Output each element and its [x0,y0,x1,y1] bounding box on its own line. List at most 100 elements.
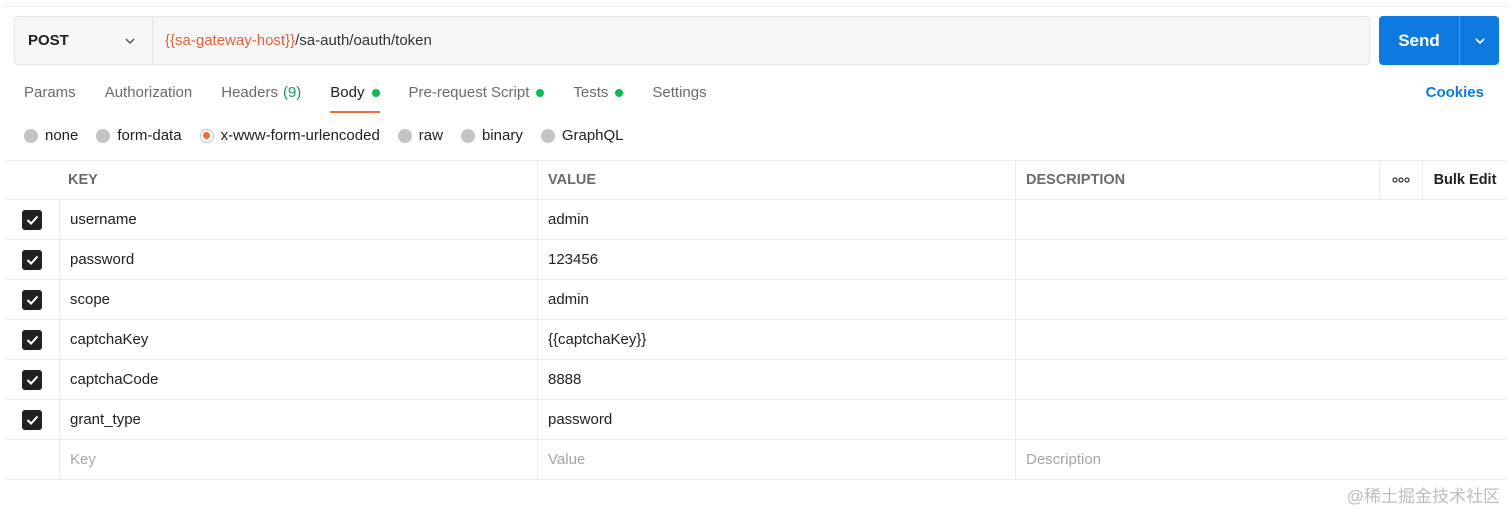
body-type-form-data[interactable]: form-data [96,127,182,144]
url-variable: {{sa-gateway-host}} [165,32,296,49]
row-description[interactable] [1015,280,1507,319]
row-description[interactable] [1015,240,1507,279]
radio-icon [540,128,555,143]
checkbox[interactable] [22,329,42,350]
row-key[interactable]: captchaCode [59,360,537,399]
tab-params[interactable]: Params [24,80,76,114]
checkbox[interactable] [22,369,42,390]
check-icon [26,415,38,425]
request-tabs: Params Authorization Headers (9) Body Pre… [24,80,736,114]
check-icon [26,335,38,345]
checkbox[interactable] [22,209,42,230]
body-type-label: GraphQL [561,127,624,144]
body-type-label: binary [481,127,523,144]
body-type-label: form-data [117,127,182,144]
empty-checkbox-cell [5,440,59,479]
more-options-button[interactable] [1379,161,1422,199]
url-path: /sa-auth/oauth/token [295,32,432,49]
tab-label: Params [24,84,76,101]
headers-count: (9) [282,84,302,101]
row-checkbox-cell [5,360,59,399]
table-row: grant_type password [5,400,1507,440]
tab-label: Authorization [104,84,193,101]
row-key[interactable]: grant_type [59,400,537,439]
status-dot [536,89,545,97]
watermark: @稀土掘金技术社区 [1346,487,1500,506]
send-options-button[interactable] [1460,16,1499,65]
check-icon [26,375,38,385]
check-icon [26,255,38,265]
top-divider [5,6,1507,7]
tab-label: Pre-request Script [408,84,530,101]
tab-pre-request-script[interactable]: Pre-request Script [409,80,545,114]
row-value[interactable]: 123456 [537,240,1015,279]
row-key[interactable]: scope [59,280,537,319]
tab-label: Headers [221,84,278,101]
table-row: scope admin [5,280,1507,320]
row-value[interactable]: {{captchaKey}} [537,320,1015,359]
row-value[interactable]: 8888 [537,360,1015,399]
radio-icon [397,128,412,143]
row-value[interactable]: password [537,400,1015,439]
table-row: captchaCode 8888 [5,360,1507,400]
send-label: Send [1398,30,1440,50]
tab-authorization[interactable]: Authorization [105,80,193,114]
description-placeholder[interactable]: Description [1015,440,1507,479]
body-type-none[interactable]: none [24,127,78,144]
header-checkbox-column [5,161,59,199]
checkbox[interactable] [22,249,42,270]
radio-icon [24,128,38,143]
tab-headers[interactable]: Headers (9) [221,80,301,114]
more-icon [1392,177,1410,183]
radio-icon [96,128,111,143]
tab-settings[interactable]: Settings [652,80,706,114]
url-input[interactable]: {{sa-gateway-host}}/sa-auth/oauth/token [153,17,1369,64]
check-icon [26,295,38,305]
body-type-raw[interactable]: raw [397,127,443,144]
tab-tests[interactable]: Tests [573,80,624,114]
bulk-edit-button[interactable]: Bulk Edit [1422,161,1507,199]
method-select[interactable]: POST [15,17,153,64]
params-table: KEY VALUE DESCRIPTION Bulk Edit username… [5,160,1507,480]
body-type-label: none [45,127,79,144]
row-description[interactable] [1015,400,1507,439]
send-button[interactable]: Send [1379,16,1499,65]
body-type-label: raw [418,127,443,144]
status-dot [371,89,380,97]
row-key[interactable]: captchaKey [59,320,537,359]
chevron-down-icon [1474,37,1485,44]
table-body: username admin password 123456 scope admin cap… [5,200,1507,440]
radio-icon [460,128,475,143]
body-type-selector: none form-data x-www-form-urlencoded raw… [24,127,642,144]
cookies-link[interactable]: Cookies [1426,84,1484,101]
table-row: password 123456 [5,240,1507,280]
tab-label: Tests [573,84,609,101]
row-checkbox-cell [5,320,59,359]
row-value[interactable]: admin [537,280,1015,319]
tab-label: Body [330,84,365,101]
body-type-urlencoded[interactable]: x-www-form-urlencoded [199,127,380,144]
chevron-down-icon [125,37,135,44]
row-description[interactable] [1015,320,1507,359]
body-type-binary[interactable]: binary [460,127,523,144]
body-type-label: x-www-form-urlencoded [220,127,380,144]
row-key[interactable]: username [59,200,537,239]
header-description: DESCRIPTION [1015,161,1379,199]
table-row: username admin [5,200,1507,240]
method-label: POST [28,32,69,49]
row-description[interactable] [1015,200,1507,239]
status-dot [615,89,624,97]
tab-label: Settings [652,84,707,101]
checkbox[interactable] [22,409,42,430]
checkbox[interactable] [22,289,42,310]
row-key[interactable]: password [59,240,537,279]
table-row: captchaKey {{captchaKey}} [5,320,1507,360]
row-checkbox-cell [5,240,59,279]
body-type-graphql[interactable]: GraphQL [540,127,624,144]
row-value[interactable]: admin [537,200,1015,239]
tab-body[interactable]: Body [330,80,380,114]
value-placeholder[interactable]: Value [537,440,1015,479]
row-description[interactable] [1015,360,1507,399]
key-placeholder[interactable]: Key [59,440,537,479]
row-checkbox-cell [5,400,59,439]
